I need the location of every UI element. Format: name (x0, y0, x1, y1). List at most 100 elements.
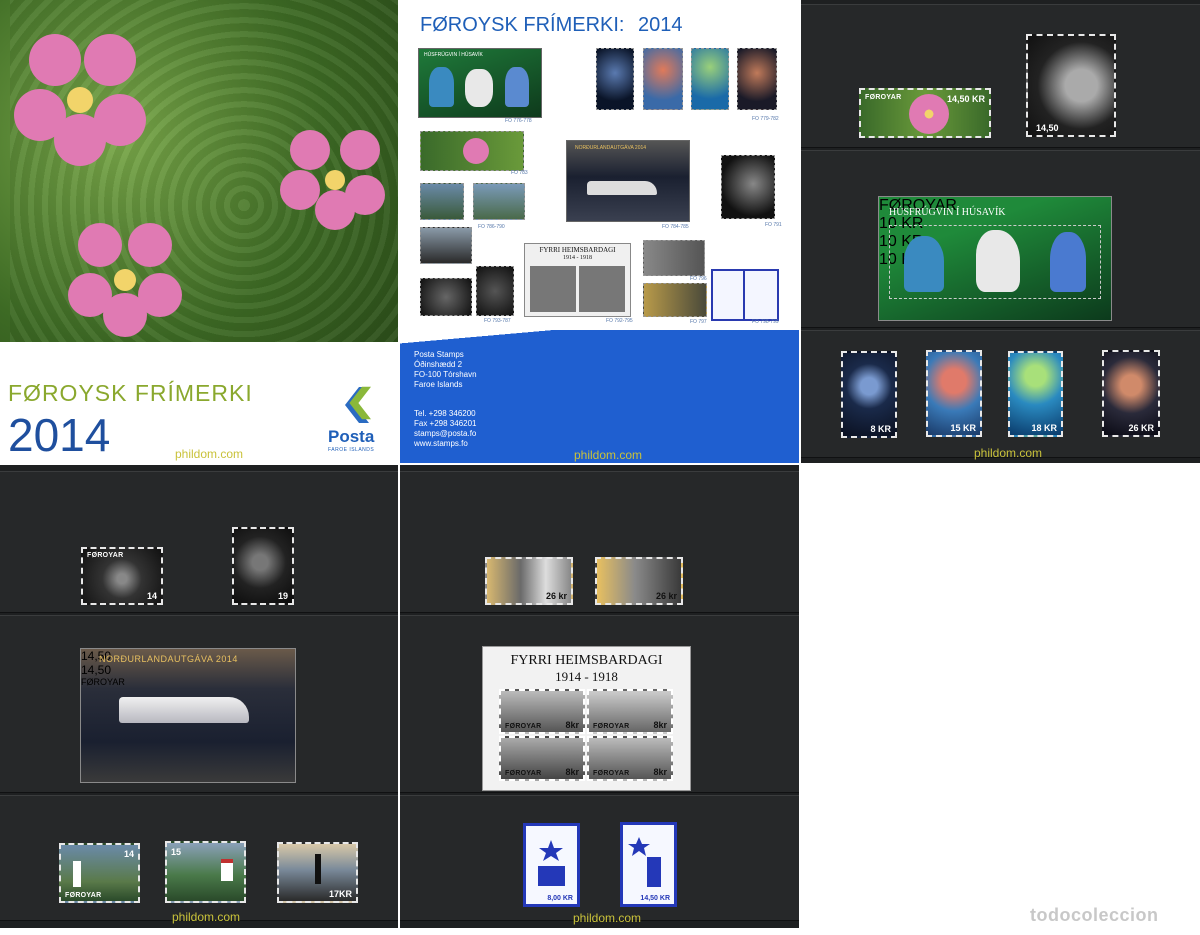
ww1-stamp-4: FØROYAR 8kr (587, 736, 673, 781)
thumb-portrait (721, 155, 775, 219)
posta-chevron-icon (345, 386, 371, 423)
album-sheet-1: FØROYAR 14,50 KR 14,50 HÚSFRÚGVIN Í HÚSA… (801, 0, 1200, 463)
norden-country: FØROYAR (81, 677, 125, 687)
posta-logo-text: Posta (328, 427, 375, 446)
watermark: phildom.com (573, 911, 642, 925)
stamp-violinist: 19 (232, 527, 294, 605)
stamp-country: FØROYAR (65, 892, 102, 899)
souvenir-sheet-norden: NORÐURLANDAUTGÁVA 2014 14,50 14,50 FØROY… (80, 648, 296, 783)
watermark: phildom.com (175, 447, 244, 461)
thumb-lighthouse-3 (420, 227, 472, 264)
album-sheet-2: FØROYAR 14 19 NORÐURLANDAUTGÁVA 2014 14,… (0, 465, 398, 928)
stamp-value: 26 KR (1128, 423, 1154, 433)
stamp-value: 8kr (565, 720, 579, 730)
contact-line: Tel. +298 346200 (414, 409, 476, 418)
thumb-ww1-stamp-1 (643, 240, 705, 276)
stamp-jellyfish-3: 18 KR (1008, 351, 1063, 437)
norden-title: NORÐURLANDAUTGÁVA 2014 (99, 654, 238, 664)
code-portrait: FO 791 (765, 222, 782, 228)
address-line: Faroe Islands (414, 380, 463, 389)
stamp-value: 14 (146, 591, 157, 601)
watermark: phildom.com (172, 910, 241, 924)
stamp-value: 8kr (653, 767, 667, 777)
stamp-value: 15 (171, 847, 182, 857)
stamp-jellyfish-1: 8 KR (841, 351, 897, 438)
stamp-lighthouse-1: 14 FØROYAR (59, 843, 140, 903)
address-block: Posta Stamps Óðinshædd 2 FO-100 Tórshavn… (414, 350, 477, 390)
thumb-blue-1 (711, 269, 745, 321)
code-blue: FO 798-799 (752, 319, 779, 325)
overview-panel: FØROYSK FRÍMERKI: 2014 HÚSFRÚGVIN Í HÚSA… (400, 0, 799, 463)
stamp-value: 14,50 (1036, 123, 1059, 133)
thumb-lighthouse-1 (420, 183, 464, 220)
thumb-ww1-title-2: 1914 - 1918 (563, 255, 592, 261)
stamp-value: 14,50 KR (946, 94, 985, 104)
stamp-country: FØROYAR (593, 770, 630, 777)
thumb-ferry-title: NORÐURLANDAUTGÁVA 2014 (575, 145, 647, 151)
code-rose: FO 783 (511, 170, 528, 176)
thumb-blue-2 (743, 269, 779, 321)
thumb-lighthouse-2 (473, 183, 525, 220)
stamp-value: 8,00 KR (547, 895, 573, 902)
ww1-stamp-1: FØROYAR 8kr (499, 689, 585, 734)
stamp-value: 15 KR (950, 423, 976, 433)
contact-line: www.stamps.fo (414, 439, 468, 448)
ww1-stamp-3: FØROYAR 8kr (499, 736, 585, 781)
stamp-blue-figure: 14,50 KR (620, 822, 677, 907)
overview-footer: Posta Stamps Óðinshædd 2 FO-100 Tórshavn… (400, 330, 799, 463)
ww1-title-line2: 1914 - 1918 (555, 669, 618, 684)
thumb-ww1-stamp-2 (643, 283, 707, 317)
stamp-portrait: 14,50 (1026, 34, 1116, 137)
code-music: FO 793-787 (484, 318, 511, 324)
strip-1 (0, 471, 398, 613)
address-line: Posta Stamps (414, 350, 464, 359)
overview-title-text: FØROYSK FRÍMERKI: (420, 14, 625, 36)
souvenir-sheet-tale: HÚSFRÚGVIN Í HÚSAVÍK FØROYAR 10 KR 10 KR… (878, 196, 1112, 321)
stamp-value: 8 KR (870, 424, 891, 434)
stamp-jellyfish-4: 26 KR (1102, 350, 1160, 437)
star-figure-icon (628, 837, 661, 887)
stamp-lighthouse-3: 17KR (277, 842, 358, 903)
cover-title: FØROYSK FRÍMERKI (8, 380, 253, 406)
thumb-ferry-sheet: NORÐURLANDAUTGÁVA 2014 (566, 140, 690, 222)
thumb-music-2 (476, 266, 514, 316)
watermark: phildom.com (574, 448, 643, 462)
contact-line: Fax +298 346201 (414, 419, 477, 428)
stamp-wild-rose: FØROYAR 14,50 KR (859, 88, 991, 138)
code-ww1-1: FO 796 (690, 276, 707, 282)
code-tale: FO 776-778 (505, 118, 532, 124)
stamp-value: 26 kr (655, 591, 677, 601)
code-jelly: FO 779-782 (752, 116, 779, 122)
contact-block: Tel. +298 346200 Fax +298 346201 stamps@… (414, 409, 477, 449)
stamp-value: 8kr (653, 720, 667, 730)
todocoleccion-watermark: todocoleccion (1030, 905, 1159, 925)
address-line: FO-100 Tórshavn (414, 370, 477, 379)
souvenir-sheet-ww1: FYRRI HEIMSBARDAGI 1914 - 1918 FØROYAR 8… (482, 646, 691, 791)
code-lighthouse: FO 786-790 (478, 224, 505, 230)
watermark: phildom.com (974, 446, 1043, 460)
rose-flowers (14, 34, 385, 337)
address-line: Óðinshædd 2 (414, 360, 463, 369)
stamp-blue-flag: 8,00 KR (523, 823, 580, 907)
posta-logo-sub: FAROE ISLANDS (328, 447, 375, 453)
thumb-rose (420, 131, 524, 171)
stamp-value: 26 kr (545, 591, 567, 601)
stamp-country: FØROYAR (505, 723, 542, 730)
thumb-music-1 (420, 278, 472, 316)
stamp-value: 14,50 KR (640, 895, 670, 902)
strip-3 (400, 795, 799, 921)
stamp-ww1-portrait: 26 kr (485, 557, 573, 605)
posta-logo: Posta FAROE ISLANDS (325, 385, 385, 455)
thumb-tale-title: HÚSFRÚGVIN Í HÚSAVÍK (424, 52, 483, 58)
stamp-country: FØROYAR (593, 723, 630, 730)
overview-title: FØROYSK FRÍMERKI: 2014 (420, 14, 683, 37)
stamp-country: FØROYAR (505, 770, 542, 777)
thumb-ww1-title-1: FYRRI HEIMSBARDAGI (539, 246, 616, 254)
rose-photo (0, 0, 398, 342)
stamp-value: 17KR (328, 889, 352, 899)
cover-year: 2014 (8, 409, 111, 461)
ww1-title-line1: FYRRI HEIMSBARDAGI (510, 653, 663, 668)
ww1-stamp-2: FØROYAR 8kr (587, 689, 673, 734)
contact-line: stamps@posta.fo (414, 429, 477, 438)
stamp-value: 18 KR (1031, 423, 1057, 433)
